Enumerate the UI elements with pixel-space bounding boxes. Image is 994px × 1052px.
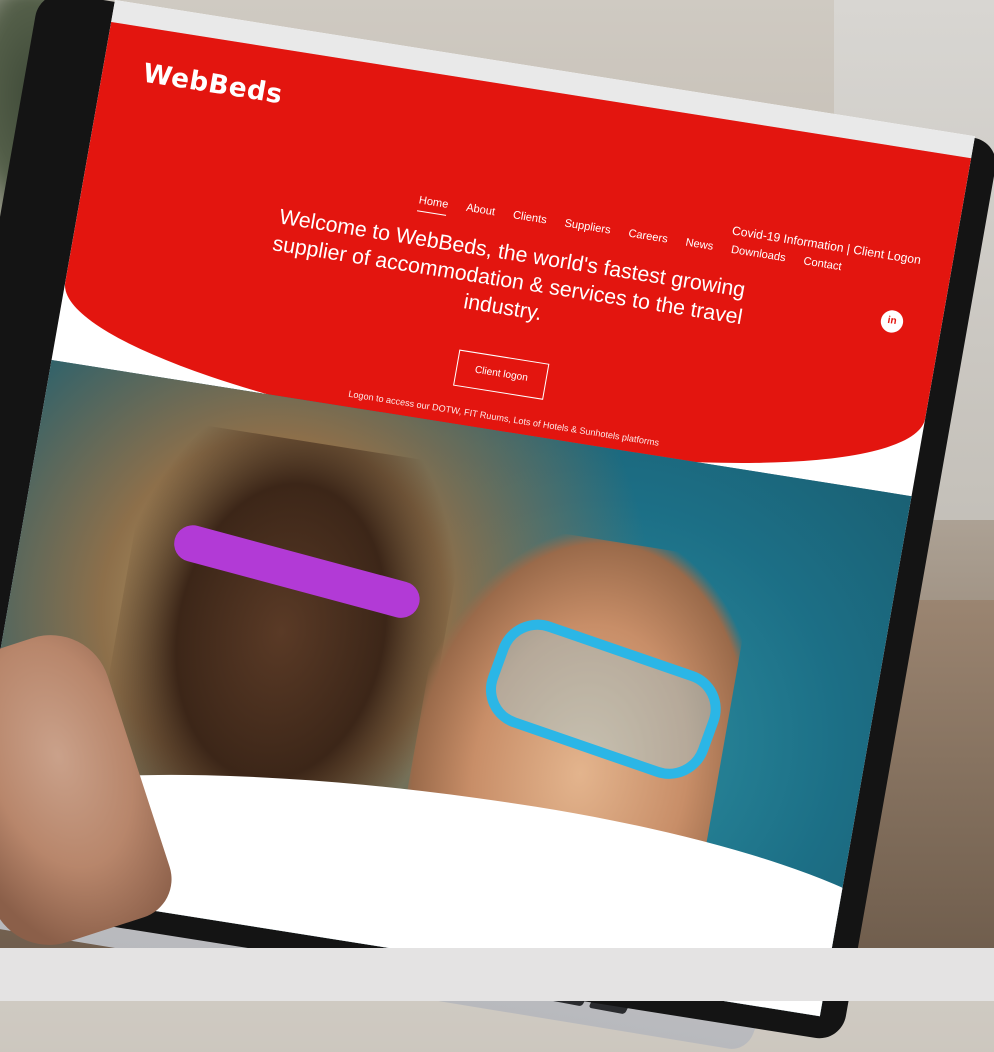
nav-downloads[interactable]: Downloads [729,244,787,270]
nav-news[interactable]: News [684,237,715,258]
nav-careers[interactable]: Careers [627,227,668,250]
linkedin-icon[interactable]: in [879,308,905,335]
nav-suppliers[interactable]: Suppliers [563,217,612,241]
client-logon-button[interactable]: Client logon [453,349,550,400]
bottom-strip [0,948,994,1001]
nav-contact[interactable]: Contact [802,255,842,278]
nav-about[interactable]: About [464,202,496,224]
site-logo[interactable]: WebBeds [141,58,285,110]
nav-clients[interactable]: Clients [511,209,548,231]
client-logon-link[interactable]: Client Logon [852,243,922,268]
nav-home[interactable]: Home [416,194,450,216]
